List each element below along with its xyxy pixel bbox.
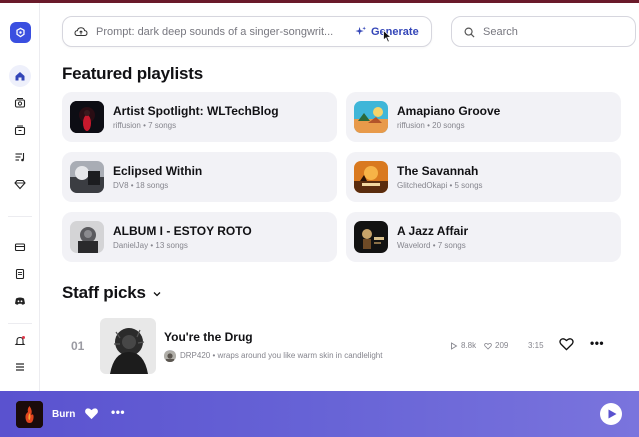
nav-radio[interactable] — [9, 92, 31, 114]
document-icon — [15, 268, 25, 280]
subscription-icon — [14, 243, 26, 252]
play-count-value: 8.8k — [461, 341, 477, 350]
logo-icon — [16, 27, 25, 38]
now-playing-title[interactable]: Burn — [52, 409, 75, 420]
playlist-title: A Jazz Affair — [397, 224, 469, 238]
prompt-input[interactable]: Prompt: dark deep sounds of a singer-son… — [62, 16, 432, 47]
search-placeholder: Search — [483, 26, 518, 38]
featured-playlists-title: Featured playlists — [62, 64, 203, 83]
home-icon — [15, 72, 25, 81]
nav-discord[interactable] — [9, 290, 31, 312]
nav-premium[interactable] — [9, 173, 31, 195]
player-more-icon[interactable]: ••• — [111, 405, 125, 419]
play-count-icon — [451, 341, 458, 350]
mouse-cursor-icon — [383, 30, 392, 43]
now-playing-artwork[interactable] — [16, 401, 43, 428]
sidebar-divider — [8, 323, 32, 324]
sparkle-icon — [355, 26, 366, 36]
library-icon — [14, 125, 26, 136]
playlist-card[interactable]: Artist Spotlight: WLTechBlog riffusion •… — [62, 92, 337, 142]
chevron-down-icon — [153, 292, 161, 297]
nav-docs[interactable] — [9, 263, 31, 285]
playlist-thumbnail — [354, 221, 388, 253]
playlist-title: ALBUM I - ESTOY ROTO — [113, 224, 252, 238]
playlist-icon — [15, 153, 25, 162]
playlist-title: Artist Spotlight: WLTechBlog — [113, 104, 279, 118]
track-subtitle: DRP420 • wraps around you like warm skin… — [180, 351, 383, 360]
playlist-thumbnail — [70, 161, 104, 193]
nav-subscription[interactable] — [9, 236, 31, 258]
playlist-thumbnail — [70, 101, 104, 133]
staff-picks-header[interactable]: Staff picks — [62, 283, 162, 303]
nav-home[interactable] — [9, 65, 31, 87]
play-icon — [608, 409, 616, 419]
playlist-meta: riffusion • 7 songs — [113, 121, 177, 130]
playlist-card[interactable]: A Jazz Affair Wavelord • 7 songs — [346, 212, 621, 262]
playlist-title: Eclipsed Within — [113, 164, 203, 178]
notification-icon — [14, 336, 26, 346]
like-count-value: 209 — [495, 341, 509, 350]
track-duration: 3:15 — [528, 341, 544, 350]
playlist-card[interactable]: ALBUM I - ESTOY ROTO DanielJay • 13 song… — [62, 212, 337, 262]
track-artwork[interactable] — [100, 318, 156, 374]
player-bar: Burn ••• — [0, 391, 639, 437]
app-logo[interactable] — [10, 22, 31, 43]
playlist-meta: GlitchedOkapi • 5 songs — [397, 181, 483, 190]
radio-icon — [14, 98, 26, 108]
like-count-icon — [484, 342, 492, 350]
nav-notifications[interactable] — [9, 330, 31, 352]
playlist-meta: Wavelord • 7 songs — [397, 241, 466, 250]
playlist-meta: DV8 • 18 songs — [113, 181, 169, 190]
playlist-card[interactable]: Amapiano Groove riffusion • 20 songs — [346, 92, 621, 142]
playlist-thumbnail — [354, 101, 388, 133]
track-rank: 01 — [71, 339, 85, 353]
track-row[interactable]: 01 You're the Drug DRP420 • wraps around… — [62, 313, 622, 379]
playlist-title: Amapiano Groove — [397, 104, 501, 118]
sidebar-divider — [8, 216, 32, 217]
play-count: 8.8k — [450, 341, 476, 350]
playlist-card[interactable]: The Savannah GlitchedOkapi • 5 songs — [346, 152, 621, 202]
upload-cloud-icon[interactable] — [74, 26, 88, 38]
window-top-border — [0, 0, 639, 3]
playlist-thumbnail — [70, 221, 104, 253]
search-icon — [464, 27, 475, 38]
play-button[interactable] — [600, 403, 622, 425]
nav-library[interactable] — [9, 119, 31, 141]
nav-menu[interactable] — [9, 356, 31, 378]
menu-icon — [16, 363, 24, 371]
heart-icon[interactable] — [559, 337, 574, 351]
staff-picks-title: Staff picks — [62, 283, 146, 302]
playlist-thumbnail — [354, 161, 388, 193]
generate-label: Generate — [371, 25, 419, 38]
nav-playlists[interactable] — [9, 146, 31, 168]
playlist-meta: riffusion • 20 songs — [397, 121, 465, 130]
discord-icon — [15, 297, 25, 305]
search-input[interactable]: Search — [451, 16, 636, 47]
track-title[interactable]: You're the Drug — [164, 330, 253, 344]
playlist-card[interactable]: Eclipsed Within DV8 • 18 songs — [62, 152, 337, 202]
like-count: 209 — [484, 341, 508, 350]
artist-avatar[interactable] — [164, 350, 176, 362]
sidebar — [0, 3, 40, 391]
playlist-meta: DanielJay • 13 songs — [113, 241, 188, 250]
playlist-title: The Savannah — [397, 164, 479, 178]
player-heart-icon[interactable] — [84, 407, 99, 420]
more-options-icon[interactable]: ••• — [590, 336, 604, 350]
gem-icon — [14, 179, 26, 190]
track-duration-value: 3:15 — [528, 341, 544, 350]
